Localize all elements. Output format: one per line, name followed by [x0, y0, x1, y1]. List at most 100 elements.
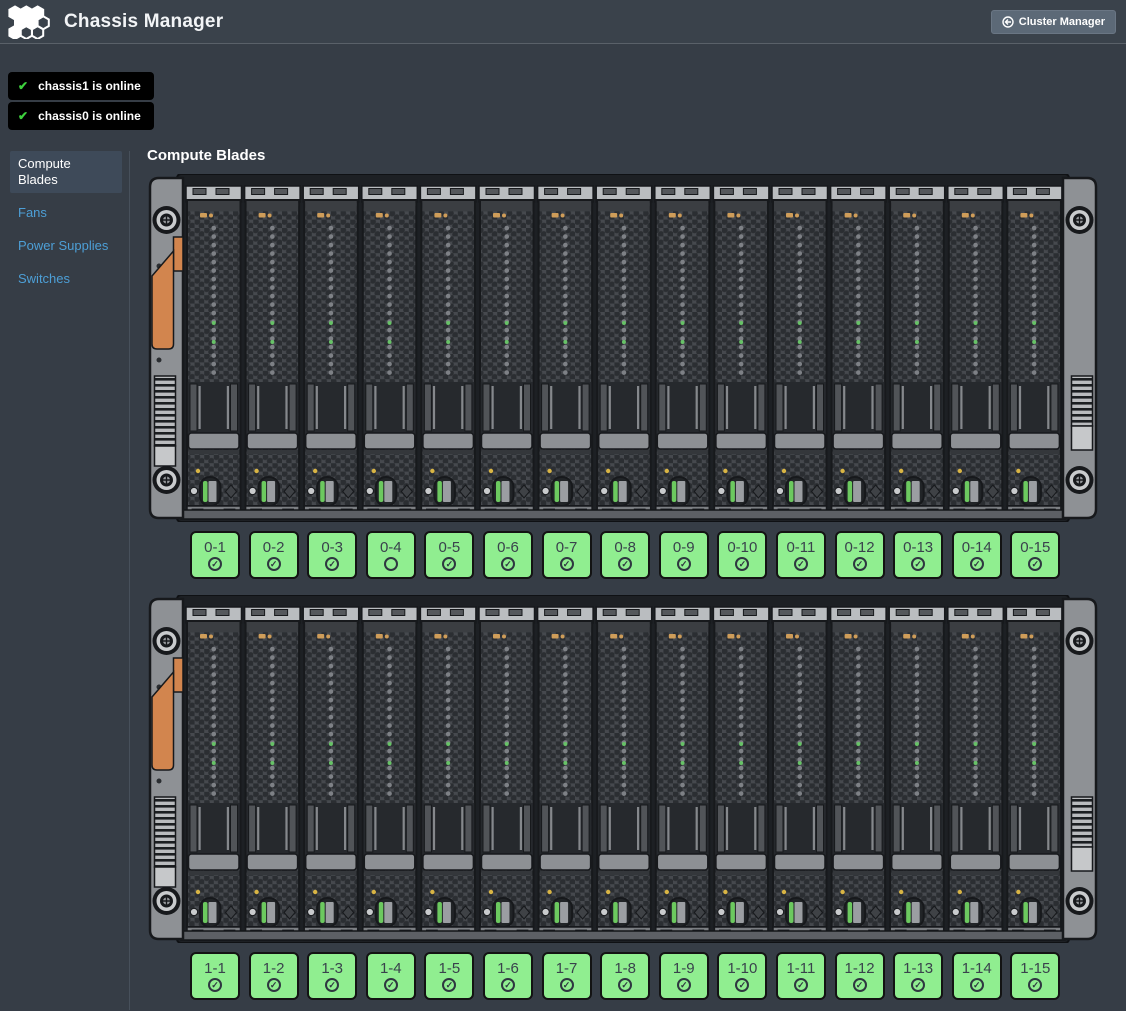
blade-label: 1-7 — [556, 960, 578, 977]
blade-label: 1-6 — [497, 960, 519, 977]
blade-button-1-11[interactable]: 1-11✓ — [776, 952, 826, 1000]
check-icon: ✔ — [18, 79, 28, 93]
check-circle-icon: ✓ — [677, 978, 691, 992]
blade-button-0-1[interactable]: 0-1✓ — [190, 531, 240, 579]
blade-button-1-3[interactable]: 1-3✓ — [307, 952, 357, 1000]
blade-label: 0-10 — [727, 539, 757, 556]
blade-button-0-5[interactable]: 0-5✓ — [424, 531, 474, 579]
blade-label: 1-11 — [786, 960, 815, 977]
chassis1-graphic — [147, 595, 1099, 943]
blade-button-1-6[interactable]: 1-6✓ — [483, 952, 533, 1000]
blade-button-0-11[interactable]: 0-11✓ — [776, 531, 826, 579]
check-circle-icon: ✓ — [618, 557, 632, 571]
check-circle-icon: ✓ — [560, 978, 574, 992]
blade-button-1-8[interactable]: 1-8✓ — [600, 952, 650, 1000]
check-circle-icon: ✓ — [267, 557, 281, 571]
blade-label: 0-2 — [263, 539, 285, 556]
hexagon-grid-logo — [8, 5, 50, 39]
blade-button-1-9[interactable]: 1-9✓ — [659, 952, 709, 1000]
blade-button-0-7[interactable]: 0-7✓ — [542, 531, 592, 579]
section-heading: Compute Blades — [147, 147, 1126, 164]
blade-label: 0-4 — [380, 539, 402, 556]
circle-arrow-left-icon — [1002, 16, 1014, 28]
check-circle-icon: ✓ — [853, 978, 867, 992]
blade-label: 0-5 — [439, 539, 461, 556]
blade-button-1-5[interactable]: 1-5✓ — [424, 952, 474, 1000]
check-circle-icon: ✓ — [853, 557, 867, 571]
chassis1-blade-buttons: 1-1✓1-2✓1-3✓1-4✓1-5✓1-6✓1-7✓1-8✓1-9✓1-10… — [190, 952, 1126, 1000]
blade-button-1-15[interactable]: 1-15✓ — [1010, 952, 1060, 1000]
blade-button-1-12[interactable]: 1-12✓ — [835, 952, 885, 1000]
cluster-manager-button[interactable]: Cluster Manager — [991, 10, 1116, 34]
check-circle-icon: ✓ — [384, 978, 398, 992]
sidebar: Compute Blades Fans Power Supplies Switches — [0, 151, 130, 1010]
blade-label: 0-14 — [962, 539, 992, 556]
blade-label: 1-4 — [380, 960, 402, 977]
check-circle-icon: ✓ — [677, 557, 691, 571]
sidebar-item-power-supplies[interactable]: Power Supplies — [10, 233, 122, 259]
check-circle-icon: ✓ — [560, 557, 574, 571]
blade-label: 1-13 — [903, 960, 933, 977]
main-panel: Compute Blades — [130, 44, 1126, 1010]
blade-label: 0-3 — [321, 539, 343, 556]
toast-notification[interactable]: ✔ chassis0 is online — [8, 102, 154, 130]
blade-button-1-10[interactable]: 1-10✓ — [717, 952, 767, 1000]
blade-button-0-2[interactable]: 0-2✓ — [249, 531, 299, 579]
check-circle-icon: ✓ — [442, 978, 456, 992]
check-circle-icon: ✓ — [325, 978, 339, 992]
blade-label: 0-9 — [673, 539, 695, 556]
blade-label: 0-7 — [556, 539, 578, 556]
sidebar-item-switches[interactable]: Switches — [10, 266, 122, 292]
blade-label: 0-11 — [786, 539, 815, 556]
blade-button-1-4[interactable]: 1-4✓ — [366, 952, 416, 1000]
blade-button-0-15[interactable]: 0-15✓ — [1010, 531, 1060, 579]
blade-button-0-4[interactable]: 0-4 — [366, 531, 416, 579]
empty-circle-icon — [384, 557, 398, 571]
blade-label: 0-6 — [497, 539, 519, 556]
blade-button-0-10[interactable]: 0-10✓ — [717, 531, 767, 579]
blade-button-1-14[interactable]: 1-14✓ — [952, 952, 1002, 1000]
blade-button-1-1[interactable]: 1-1✓ — [190, 952, 240, 1000]
blade-label: 1-15 — [1020, 960, 1050, 977]
blade-button-0-9[interactable]: 0-9✓ — [659, 531, 709, 579]
check-circle-icon: ✓ — [735, 557, 749, 571]
check-circle-icon: ✓ — [794, 978, 808, 992]
blade-button-0-3[interactable]: 0-3✓ — [307, 531, 357, 579]
blade-button-0-13[interactable]: 0-13✓ — [893, 531, 943, 579]
check-circle-icon: ✓ — [501, 557, 515, 571]
blade-button-1-7[interactable]: 1-7✓ — [542, 952, 592, 1000]
check-circle-icon: ✓ — [501, 978, 515, 992]
check-circle-icon: ✓ — [970, 978, 984, 992]
blade-label: 1-10 — [727, 960, 757, 977]
blade-label: 1-5 — [439, 960, 461, 977]
blade-button-1-2[interactable]: 1-2✓ — [249, 952, 299, 1000]
blade-label: 0-13 — [903, 539, 933, 556]
blade-label: 0-8 — [614, 539, 636, 556]
check-circle-icon: ✓ — [911, 557, 925, 571]
blade-label: 1-1 — [204, 960, 226, 977]
toast-text: chassis0 is online — [38, 109, 141, 123]
blade-button-0-14[interactable]: 0-14✓ — [952, 531, 1002, 579]
toast-container: ✔ chassis1 is online ✔ chassis0 is online — [8, 72, 154, 130]
check-circle-icon: ✓ — [208, 978, 222, 992]
check-circle-icon: ✓ — [267, 978, 281, 992]
toast-notification[interactable]: ✔ chassis1 is online — [8, 72, 154, 100]
blade-button-1-13[interactable]: 1-13✓ — [893, 952, 943, 1000]
blade-button-0-8[interactable]: 0-8✓ — [600, 531, 650, 579]
page-title: Chassis Manager — [64, 11, 223, 33]
toast-text: chassis1 is online — [38, 79, 141, 93]
blade-label: 1-2 — [263, 960, 285, 977]
cluster-manager-label: Cluster Manager — [1019, 16, 1105, 28]
check-icon: ✔ — [18, 109, 28, 123]
blade-button-0-12[interactable]: 0-12✓ — [835, 531, 885, 579]
blade-label: 1-12 — [845, 960, 875, 977]
sidebar-item-compute-blades[interactable]: Compute Blades — [10, 151, 122, 193]
check-circle-icon: ✓ — [970, 557, 984, 571]
sidebar-item-fans[interactable]: Fans — [10, 200, 122, 226]
blade-label: 1-14 — [962, 960, 992, 977]
blade-button-0-6[interactable]: 0-6✓ — [483, 531, 533, 579]
check-circle-icon: ✓ — [911, 978, 925, 992]
blade-label: 0-1 — [204, 539, 226, 556]
blade-label: 0-12 — [845, 539, 875, 556]
blade-label: 1-8 — [614, 960, 636, 977]
